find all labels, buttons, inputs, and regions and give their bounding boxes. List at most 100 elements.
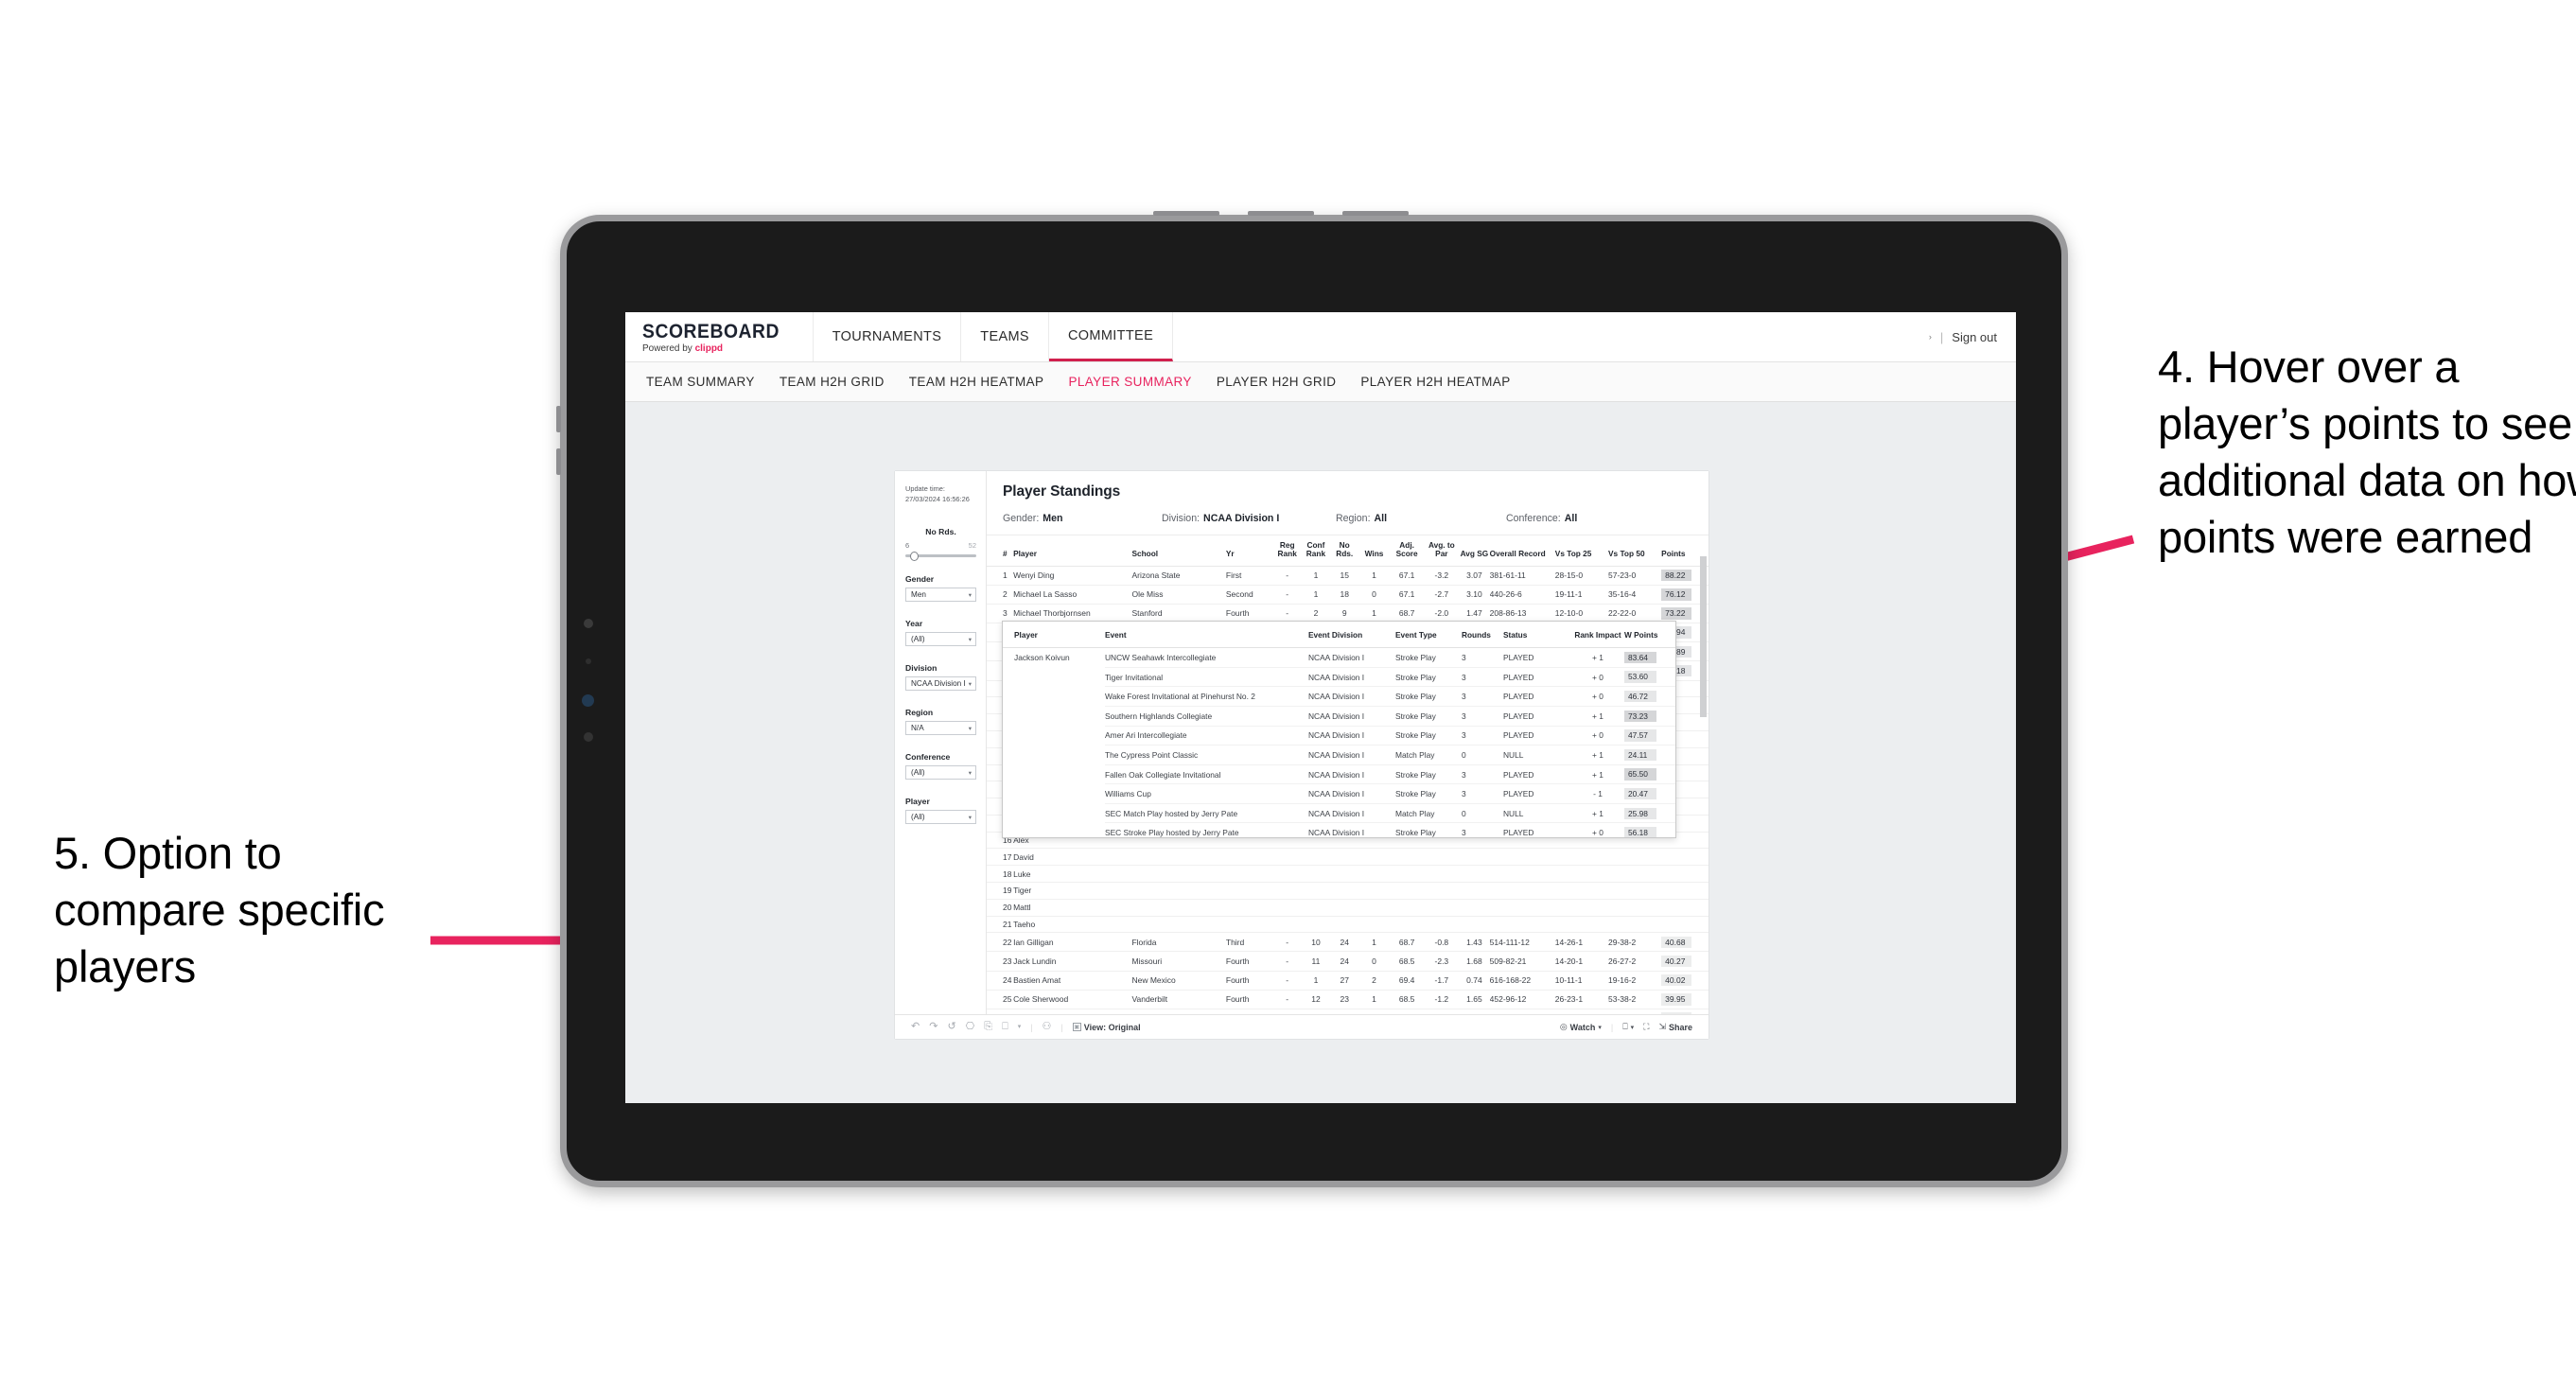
brand-logo[interactable]: SCOREBOARD Powered by clippd	[625, 312, 814, 361]
cell-adj-score: 68.5	[1389, 951, 1425, 972]
cell-points[interactable]: 40.02	[1661, 971, 1709, 991]
download-button[interactable]: ⎕ ▾	[1618, 1022, 1638, 1032]
table-row[interactable]: 20 Mattl	[987, 899, 1709, 917]
tooltip-row: Wake Forest Invitational at Pinehurst No…	[1003, 686, 1675, 708]
table-row[interactable]: 25 Cole Sherwood Vanderbilt Fourth -12 23 1 68.…	[987, 990, 1709, 1010]
cell-avg-to-par: -1.8	[1424, 1009, 1460, 1014]
cell-points[interactable]: 39.49	[1661, 1009, 1709, 1014]
filter-player-select[interactable]: (All) ▾	[905, 810, 976, 825]
table-row[interactable]: 24 Bastien Amat New Mexico Fourth -1 27 2 69.4-…	[987, 971, 1709, 991]
cell-points[interactable]	[1661, 899, 1709, 917]
table-row[interactable]: 1 Wenyi Ding Arizona State First -1 15 1 67.1 -3…	[987, 566, 1709, 586]
tip-col-event-division: Event Division	[1308, 622, 1395, 649]
sub-nav-item-player-h2h-heatmap[interactable]: PLAYER H2H HEATMAP	[1360, 375, 1510, 389]
undo-icon[interactable]: ↶	[906, 1022, 924, 1032]
cell-vs-top-25	[1554, 882, 1608, 900]
cell-points[interactable]: 39.95	[1661, 990, 1709, 1010]
col-wins[interactable]: Wins	[1358, 535, 1390, 567]
table-row[interactable]: 2 Michael La Sasso Ole Miss Second -1 18 0 67.1…	[987, 585, 1709, 605]
device-button-volume-down[interactable]	[556, 448, 561, 475]
pause-icon[interactable]: ⎘	[979, 1022, 997, 1032]
col-rank[interactable]: #	[987, 535, 1014, 567]
watch-button[interactable]: ◎ Watch ▾	[1555, 1022, 1606, 1032]
no-rounds-slider-handle[interactable]	[910, 551, 919, 561]
cell-avg-to-par: -2.7	[1424, 585, 1460, 605]
table-row[interactable]: 26Petr HrubyWashingtonFifth-723068.6-1.8…	[987, 1009, 1709, 1014]
tooltip-cell-status: PLAYED	[1503, 783, 1571, 804]
view-original-button[interactable]: ▣ View: Original	[1068, 1023, 1146, 1032]
sign-out-link[interactable]: Sign out	[1952, 330, 1997, 344]
top-nav-item-teams[interactable]: TEAMS	[961, 312, 1049, 361]
no-rounds-slider-track[interactable]	[905, 551, 976, 561]
col-school[interactable]: School	[1131, 535, 1226, 567]
sub-nav-item-player-summary[interactable]: PLAYER SUMMARY	[1068, 375, 1191, 389]
col-vs-top-25[interactable]: Vs Top 25	[1554, 535, 1608, 567]
table-row[interactable]: 23 Jack Lundin Missouri Fourth -11 24 0 68.5 -2.…	[987, 951, 1709, 972]
table-row[interactable]: 17 David	[987, 848, 1709, 867]
tooltip-cell-status: NULL	[1503, 803, 1571, 824]
cell-points[interactable]	[1661, 916, 1709, 934]
tooltip-cell-event-division: NCAA Division I	[1308, 822, 1395, 837]
filter-division-select[interactable]: NCAA Division I ▾	[905, 676, 976, 692]
table-row[interactable]: 19 Tiger	[987, 882, 1709, 900]
revert-icon[interactable]: ↺	[942, 1022, 960, 1032]
sub-nav-item-team-h2h-grid[interactable]: TEAM H2H GRID	[780, 375, 885, 389]
col-no-rounds[interactable]: No Rds.	[1330, 535, 1359, 567]
download-icon: ⎕	[1622, 1022, 1628, 1031]
cell-reg-rank: -	[1272, 566, 1302, 586]
filter-summary-conference-value: All	[1564, 513, 1578, 524]
redo-icon[interactable]: ↷	[924, 1022, 942, 1032]
points-value: 73.22	[1661, 607, 1692, 620]
sub-nav-item-player-h2h-grid[interactable]: PLAYER H2H GRID	[1217, 375, 1337, 389]
points-value: 40.68	[1661, 936, 1692, 949]
device-antenna-line-2	[1248, 211, 1314, 216]
tooltip-cell-event: UNCW Seahawk Intercollegiate	[1105, 647, 1308, 668]
col-player[interactable]: Player	[1013, 535, 1132, 567]
col-reg-rank[interactable]: Reg Rank	[1272, 535, 1302, 567]
col-conf-rank[interactable]: Conf Rank	[1301, 535, 1331, 567]
cell-conf-rank	[1301, 882, 1331, 900]
col-overall-record[interactable]: Overall Record	[1489, 535, 1555, 567]
share-button[interactable]: ⇲ Share	[1654, 1022, 1697, 1032]
watch-label: Watch	[1569, 1022, 1596, 1032]
table-vertical-scrollbar[interactable]	[1700, 556, 1707, 717]
sub-nav-item-team-summary[interactable]: TEAM SUMMARY	[646, 375, 755, 389]
top-nav-item-tournaments[interactable]: TOURNAMENTS	[814, 312, 962, 361]
tooltip-cell-event-division: NCAA Division I	[1308, 726, 1395, 746]
cell-vs-top-50: 26-27-2	[1607, 951, 1662, 972]
table-row[interactable]: 18 Luke	[987, 865, 1709, 883]
table-row[interactable]: 22 Ian Gilligan Florida Third -10 24 1 68.7 -0.8…	[987, 932, 1709, 953]
col-avg-sg[interactable]: Avg SG	[1459, 535, 1490, 567]
cell-points[interactable]: 40.27	[1661, 951, 1709, 972]
clock-icon[interactable]: ⚇	[1038, 1022, 1057, 1032]
col-adj-score[interactable]: Adj. Score	[1389, 535, 1425, 567]
refresh-icon[interactable]: ⎔	[961, 1022, 980, 1032]
fullscreen-button[interactable]: ⛶	[1638, 1022, 1654, 1032]
filter-year-select[interactable]: (All) ▾	[905, 632, 976, 647]
export-icon[interactable]: ⎕	[997, 1022, 1013, 1032]
cell-points[interactable]	[1661, 882, 1709, 900]
col-year[interactable]: Yr	[1225, 535, 1273, 567]
cell-year	[1225, 916, 1273, 934]
cell-wins: 1	[1358, 990, 1390, 1010]
tooltip-cell-event-type: Stroke Play	[1395, 706, 1462, 727]
cell-avg-to-par: -1.2	[1424, 990, 1460, 1010]
cell-points[interactable]	[1661, 848, 1709, 867]
col-avg-to-par[interactable]: Avg. to Par	[1424, 535, 1460, 567]
account-chevron-icon[interactable]: ›	[1929, 332, 1932, 342]
filter-conference-select[interactable]: (All) ▾	[905, 765, 976, 781]
sub-nav-item-team-h2h-heatmap[interactable]: TEAM H2H HEATMAP	[909, 375, 1044, 389]
device-button-volume-up[interactable]	[556, 406, 561, 432]
cell-points[interactable]: 40.68	[1661, 932, 1709, 953]
filter-region-select[interactable]: N/A ▾	[905, 721, 976, 736]
col-vs-top-50[interactable]: Vs Top 50	[1607, 535, 1662, 567]
cell-points[interactable]	[1661, 865, 1709, 883]
chevron-down-icon[interactable]: ▾	[1013, 1024, 1026, 1030]
tooltip-row: Southern Highlands Collegiate NCAA Divisi…	[1003, 706, 1675, 727]
tooltip-cell-event-type: Match Play	[1395, 803, 1462, 824]
filter-gender-select[interactable]: Men ▾	[905, 588, 976, 603]
cell-wins: 1	[1358, 932, 1390, 953]
table-row[interactable]: 21 Taeho	[987, 916, 1709, 934]
cell-player: Tiger	[1013, 882, 1132, 900]
top-nav-item-committee[interactable]: COMMITTEE	[1048, 312, 1174, 361]
